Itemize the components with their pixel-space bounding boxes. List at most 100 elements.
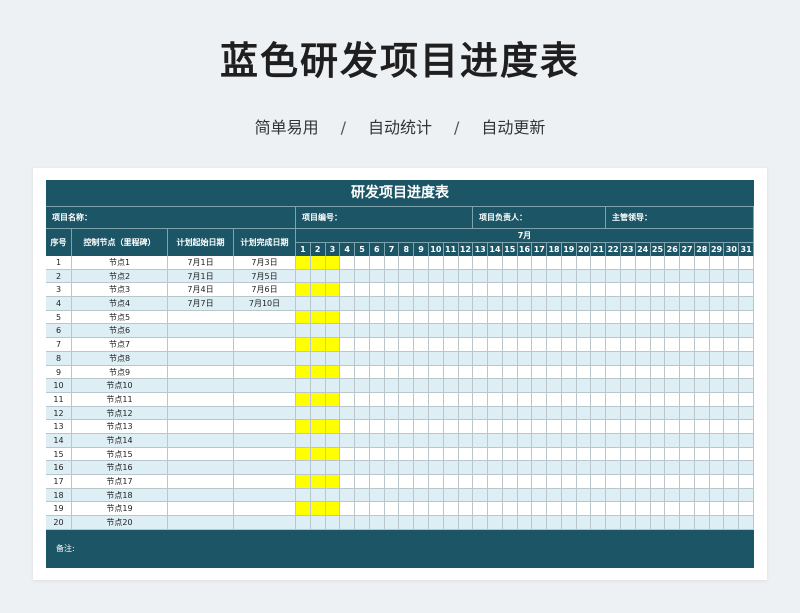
gantt-bar-cell[interactable] [325, 256, 341, 270]
gantt-cell[interactable] [635, 365, 651, 380]
gantt-cell[interactable] [340, 379, 356, 393]
gantt-cell[interactable] [340, 365, 356, 380]
gantt-cell[interactable] [488, 420, 503, 434]
gantt-cell[interactable] [606, 392, 622, 407]
row-node[interactable]: 节点11 [72, 392, 168, 407]
gantt-cell[interactable] [650, 406, 666, 421]
gantt-cell[interactable] [517, 516, 533, 530]
gantt-cell[interactable] [473, 365, 489, 380]
row-node[interactable]: 节点19 [72, 502, 168, 517]
gantt-cell[interactable] [694, 516, 710, 530]
row-end-date[interactable]: 7月5日 [234, 269, 296, 284]
gantt-cell[interactable] [650, 351, 666, 366]
row-seq[interactable]: 11 [46, 392, 72, 407]
gantt-cell[interactable] [517, 433, 533, 448]
gantt-cell[interactable] [340, 447, 356, 462]
gantt-cell[interactable] [458, 433, 474, 448]
gantt-cell[interactable] [576, 365, 592, 380]
gantt-cell[interactable] [428, 256, 444, 270]
gantt-cell[interactable] [296, 433, 311, 448]
gantt-cell[interactable] [458, 297, 474, 311]
gantt-cell[interactable] [340, 420, 356, 434]
gantt-cell[interactable] [621, 256, 636, 270]
gantt-cell[interactable] [532, 324, 548, 339]
gantt-cell[interactable] [369, 516, 385, 530]
gantt-cell[interactable] [488, 392, 503, 407]
gantt-cell[interactable] [635, 502, 651, 517]
gantt-cell[interactable] [355, 447, 370, 462]
gantt-cell[interactable] [591, 269, 607, 284]
gantt-cell[interactable] [739, 461, 754, 475]
gantt-cell[interactable] [606, 433, 622, 448]
gantt-cell[interactable] [739, 502, 754, 517]
row-start-date[interactable] [168, 420, 234, 434]
gantt-cell[interactable] [547, 338, 562, 352]
gantt-cell[interactable] [576, 283, 592, 298]
gantt-cell[interactable] [428, 351, 444, 366]
gantt-cell[interactable] [414, 324, 429, 339]
gantt-cell[interactable] [473, 379, 489, 393]
gantt-cell[interactable] [709, 488, 725, 503]
row-seq[interactable]: 12 [46, 406, 72, 421]
gantt-cell[interactable] [414, 433, 429, 448]
gantt-cell[interactable] [709, 420, 725, 434]
gantt-cell[interactable] [547, 283, 562, 298]
row-node[interactable]: 节点5 [72, 310, 168, 325]
gantt-cell[interactable] [517, 502, 533, 517]
row-node[interactable]: 节点15 [72, 447, 168, 462]
gantt-cell[interactable] [488, 516, 503, 530]
gantt-cell[interactable] [384, 310, 400, 325]
gantt-cell[interactable] [724, 420, 740, 434]
gantt-cell[interactable] [458, 379, 474, 393]
gantt-cell[interactable] [384, 420, 400, 434]
gantt-cell[interactable] [443, 488, 459, 503]
gantt-cell[interactable] [606, 256, 622, 270]
gantt-cell[interactable] [428, 283, 444, 298]
gantt-bar-cell[interactable] [325, 420, 341, 434]
gantt-cell[interactable] [384, 433, 400, 448]
gantt-cell[interactable] [458, 351, 474, 366]
gantt-bar-cell[interactable] [325, 283, 341, 298]
gantt-cell[interactable] [458, 324, 474, 339]
gantt-cell[interactable] [650, 297, 666, 311]
gantt-cell[interactable] [443, 406, 459, 421]
gantt-bar-cell[interactable] [296, 475, 311, 489]
gantt-cell[interactable] [547, 256, 562, 270]
gantt-cell[interactable] [502, 338, 518, 352]
gantt-cell[interactable] [414, 338, 429, 352]
gantt-cell[interactable] [414, 365, 429, 380]
gantt-cell[interactable] [296, 324, 311, 339]
gantt-cell[interactable] [473, 516, 489, 530]
row-start-date[interactable]: 7月7日 [168, 297, 234, 311]
gantt-cell[interactable] [310, 269, 326, 284]
gantt-cell[interactable] [665, 392, 681, 407]
gantt-cell[interactable] [591, 461, 607, 475]
gantt-cell[interactable] [502, 351, 518, 366]
gantt-cell[interactable] [561, 488, 577, 503]
gantt-cell[interactable] [443, 502, 459, 517]
row-seq[interactable]: 17 [46, 475, 72, 489]
gantt-cell[interactable] [458, 256, 474, 270]
gantt-cell[interactable] [694, 461, 710, 475]
row-end-date[interactable] [234, 406, 296, 421]
gantt-cell[interactable] [532, 269, 548, 284]
gantt-cell[interactable] [739, 338, 754, 352]
gantt-cell[interactable] [739, 433, 754, 448]
gantt-cell[interactable] [724, 310, 740, 325]
gantt-cell[interactable] [576, 392, 592, 407]
gantt-bar-cell[interactable] [296, 256, 311, 270]
gantt-cell[interactable] [576, 338, 592, 352]
row-seq[interactable]: 19 [46, 502, 72, 517]
gantt-cell[interactable] [340, 461, 356, 475]
gantt-cell[interactable] [428, 488, 444, 503]
gantt-cell[interactable] [680, 283, 695, 298]
gantt-cell[interactable] [428, 447, 444, 462]
row-end-date[interactable] [234, 502, 296, 517]
gantt-cell[interactable] [502, 283, 518, 298]
gantt-cell[interactable] [488, 447, 503, 462]
gantt-cell[interactable] [369, 475, 385, 489]
gantt-cell[interactable] [458, 338, 474, 352]
gantt-cell[interactable] [473, 420, 489, 434]
gantt-cell[interactable] [473, 310, 489, 325]
gantt-cell[interactable] [458, 269, 474, 284]
